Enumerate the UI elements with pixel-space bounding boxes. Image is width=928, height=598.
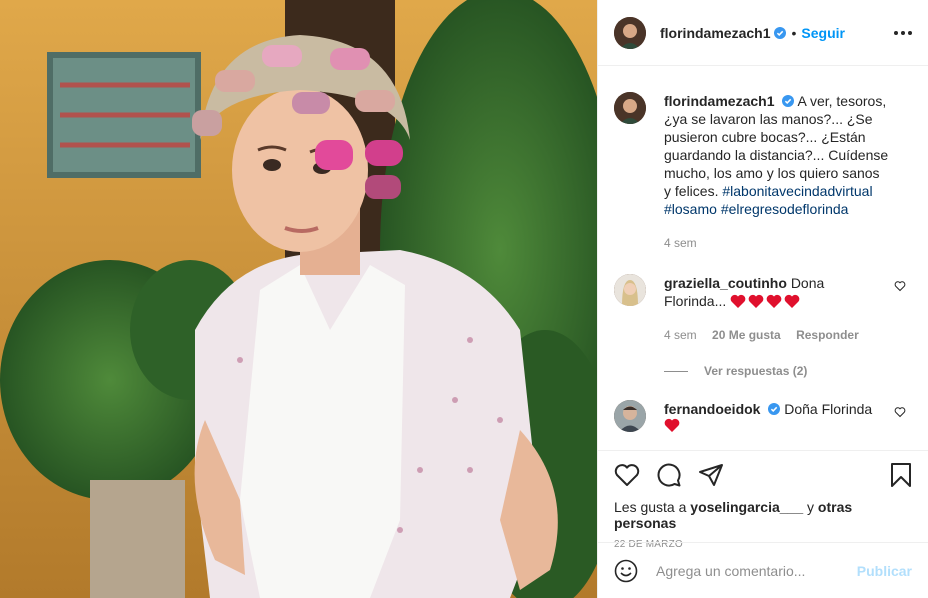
instagram-post: florindamezach1 • Seguir florindamezach1…: [0, 0, 928, 598]
caption-meta: 4 sem: [664, 234, 890, 252]
commenter-avatar-image: [614, 274, 646, 306]
like-comment-heart-icon[interactable]: [894, 280, 906, 292]
comment-icon[interactable]: [656, 462, 682, 488]
caption-body: florindamezach1 A ver, tesoros, ¿ya se l…: [664, 92, 890, 252]
verified-badge-icon: [774, 26, 787, 39]
separator-dot: •: [791, 24, 797, 41]
more-options-icon[interactable]: [894, 30, 912, 35]
red-heart-emoji-icon: [766, 294, 782, 308]
comment-text: Doña Florinda: [784, 401, 873, 417]
comment-meta: 4 sem 20 Me gusta Responder: [664, 326, 890, 344]
post-side-panel: florindamezach1 • Seguir florindamezach1…: [597, 0, 928, 598]
post-image: [0, 0, 597, 598]
verified-badge-icon: [782, 95, 795, 107]
post-actions: Les gusta a yoselingarcia___ y otras per…: [598, 450, 928, 550]
verified-badge-icon: [768, 403, 781, 415]
comment-item: graziella_coutinho Dona Florinda... 4 se…: [614, 274, 912, 344]
comment-likes[interactable]: 20 Me gusta: [712, 328, 781, 342]
caption-row: florindamezach1 A ver, tesoros, ¿ya se l…: [614, 92, 912, 252]
comment-body: fernandoeidok Doña Florinda: [664, 400, 890, 436]
commenter-avatar-image: [614, 400, 646, 432]
likes-summary: Les gusta a yoselingarcia___ y otras per…: [614, 499, 912, 531]
red-heart-emoji-icon: [730, 294, 746, 308]
comments-section[interactable]: florindamezach1 A ver, tesoros, ¿ya se l…: [598, 66, 928, 450]
commenter-avatar[interactable]: [614, 274, 646, 306]
author-avatar-image: [614, 16, 646, 49]
reply-button[interactable]: Responder: [796, 328, 859, 342]
hashtag-link[interactable]: #elregresodeflorinda: [721, 201, 849, 217]
comment-body: graziella_coutinho Dona Florinda... 4 se…: [664, 274, 890, 344]
comment-input[interactable]: [654, 561, 857, 580]
hashtag-link[interactable]: #losamo: [664, 201, 717, 217]
likes-connector: y: [807, 499, 815, 515]
post-header: florindamezach1 • Seguir: [598, 0, 928, 66]
heart-emoji-group: [730, 294, 800, 308]
heart-icon[interactable]: [614, 463, 640, 487]
caption-time[interactable]: 4 sem: [664, 236, 697, 250]
publish-button[interactable]: Publicar: [857, 563, 912, 579]
replies-divider: [664, 370, 688, 372]
caption-username[interactable]: florindamezach1: [664, 93, 774, 109]
share-icon[interactable]: [698, 463, 724, 487]
liker-username[interactable]: yoselingarcia___: [690, 499, 803, 515]
comment-username[interactable]: graziella_coutinho: [664, 275, 787, 291]
caption-avatar[interactable]: [614, 92, 646, 124]
likes-prefix: Les gusta a: [614, 499, 687, 515]
add-comment-bar: Publicar: [598, 542, 928, 598]
author-username[interactable]: florindamezach1: [660, 25, 770, 41]
follow-button[interactable]: Seguir: [801, 25, 845, 41]
like-comment-heart-icon[interactable]: [894, 406, 906, 418]
author-avatar[interactable]: [614, 16, 646, 49]
save-bookmark-icon[interactable]: [890, 462, 912, 488]
red-heart-emoji-icon: [664, 418, 680, 432]
red-heart-emoji-icon: [784, 294, 800, 308]
comment-username[interactable]: fernandoeidok: [664, 401, 760, 417]
commenter-avatar[interactable]: [614, 400, 646, 432]
comment-time[interactable]: 4 sem: [664, 328, 697, 342]
action-icons: [614, 461, 912, 489]
hashtag-link[interactable]: #labonitavecindadvirtual: [722, 183, 872, 199]
emoji-icon[interactable]: [614, 559, 638, 583]
caption-avatar-image: [614, 92, 646, 124]
view-replies-button[interactable]: Ver respuestas (2): [664, 364, 912, 378]
comment-item: fernandoeidok Doña Florinda: [614, 400, 912, 436]
post-photo[interactable]: [0, 0, 597, 598]
view-replies-label: Ver respuestas (2): [704, 364, 808, 378]
red-heart-emoji-icon: [748, 294, 764, 308]
